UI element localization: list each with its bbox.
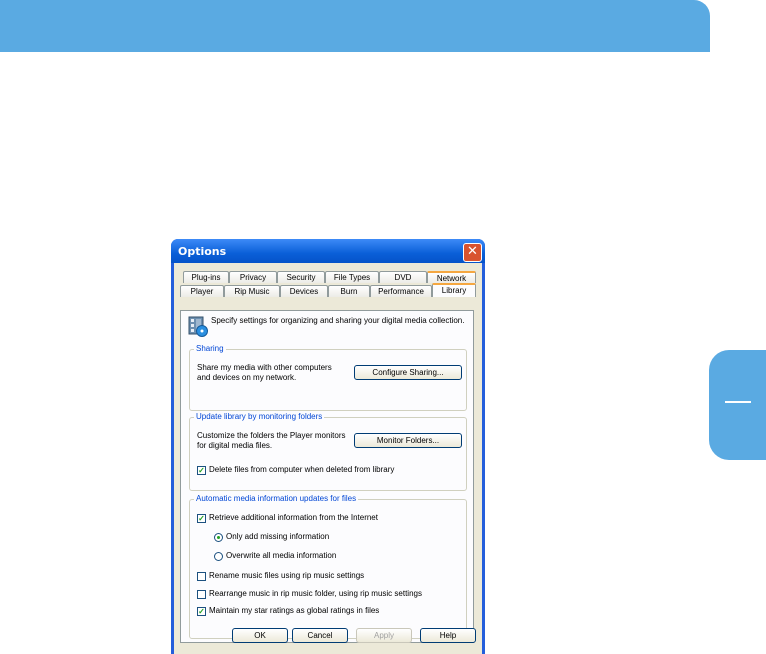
sharing-group-label: Sharing xyxy=(194,344,226,354)
library-intro-text: Specify settings for organizing and shar… xyxy=(211,316,465,325)
library-icon xyxy=(188,316,208,337)
only-add-missing-label: Only add missing information xyxy=(226,532,330,541)
radio-selected-dot xyxy=(217,536,220,539)
tab-network[interactable]: Network xyxy=(427,271,476,283)
only-add-missing-radio[interactable] xyxy=(214,533,223,542)
tab-dvd[interactable]: DVD xyxy=(379,271,427,283)
monitor-folders-button[interactable]: Monitor Folders... xyxy=(354,433,462,448)
rename-files-checkbox[interactable] xyxy=(197,572,206,581)
page-header-banner xyxy=(0,0,710,52)
tab-plug-ins[interactable]: Plug-ins xyxy=(183,271,229,283)
cancel-button[interactable]: Cancel xyxy=(292,628,348,643)
retrieve-info-label: Retrieve additional information from the… xyxy=(209,513,378,522)
sharing-group: Sharing Share my media with other comput… xyxy=(189,344,467,411)
dialog-title: Options xyxy=(178,245,227,258)
delete-files-checkbox[interactable]: ✓ xyxy=(197,466,206,475)
section-side-tab xyxy=(709,350,766,460)
auto-updates-group: Automatic media information updates for … xyxy=(189,494,467,639)
rearrange-music-checkbox[interactable] xyxy=(197,590,206,599)
ok-button[interactable]: OK xyxy=(232,628,288,643)
tab-performance[interactable]: Performance xyxy=(370,285,432,297)
dialog-client-area: Plug-ins Privacy Security File Types DVD… xyxy=(174,263,482,654)
tab-burn[interactable]: Burn xyxy=(328,285,370,297)
tab-privacy[interactable]: Privacy xyxy=(229,271,277,283)
close-icon: ✕ xyxy=(467,244,478,259)
overwrite-all-radio[interactable] xyxy=(214,552,223,561)
help-button[interactable]: Help xyxy=(420,628,476,643)
monitor-folders-group: Update library by monitoring folders Cus… xyxy=(189,412,467,491)
options-dialog: Options ✕ Plug-ins Privacy Security File… xyxy=(171,239,485,654)
close-button[interactable]: ✕ xyxy=(463,243,482,262)
tab-library[interactable]: Library xyxy=(432,283,476,297)
tab-devices[interactable]: Devices xyxy=(280,285,328,297)
overwrite-all-label: Overwrite all media information xyxy=(226,551,337,560)
maintain-ratings-label: Maintain my star ratings as global ratin… xyxy=(209,606,380,615)
dialog-titlebar[interactable]: Options ✕ xyxy=(171,239,485,263)
monitor-group-label: Update library by monitoring folders xyxy=(194,412,325,422)
sharing-description: Share my media with other computers and … xyxy=(197,363,332,382)
rename-files-label: Rename music files using rip music setti… xyxy=(209,571,365,580)
library-tab-panel: Specify settings for organizing and shar… xyxy=(180,310,474,643)
rearrange-music-label: Rearrange music in rip music folder, usi… xyxy=(209,589,422,598)
monitor-description: Customize the folders the Player monitor… xyxy=(197,431,346,450)
delete-files-label: Delete files from computer when deleted … xyxy=(209,465,395,474)
maintain-ratings-checkbox[interactable]: ✓ xyxy=(197,607,206,616)
apply-button[interactable]: Apply xyxy=(356,628,412,643)
side-tab-dash xyxy=(725,401,751,403)
tab-rip-music[interactable]: Rip Music xyxy=(224,285,280,297)
tab-player[interactable]: Player xyxy=(180,285,224,297)
configure-sharing-button[interactable]: Configure Sharing... xyxy=(354,365,462,380)
tab-file-types[interactable]: File Types xyxy=(325,271,379,283)
tab-security[interactable]: Security xyxy=(277,271,325,283)
auto-updates-group-label: Automatic media information updates for … xyxy=(194,494,359,504)
retrieve-info-checkbox[interactable]: ✓ xyxy=(197,514,206,523)
